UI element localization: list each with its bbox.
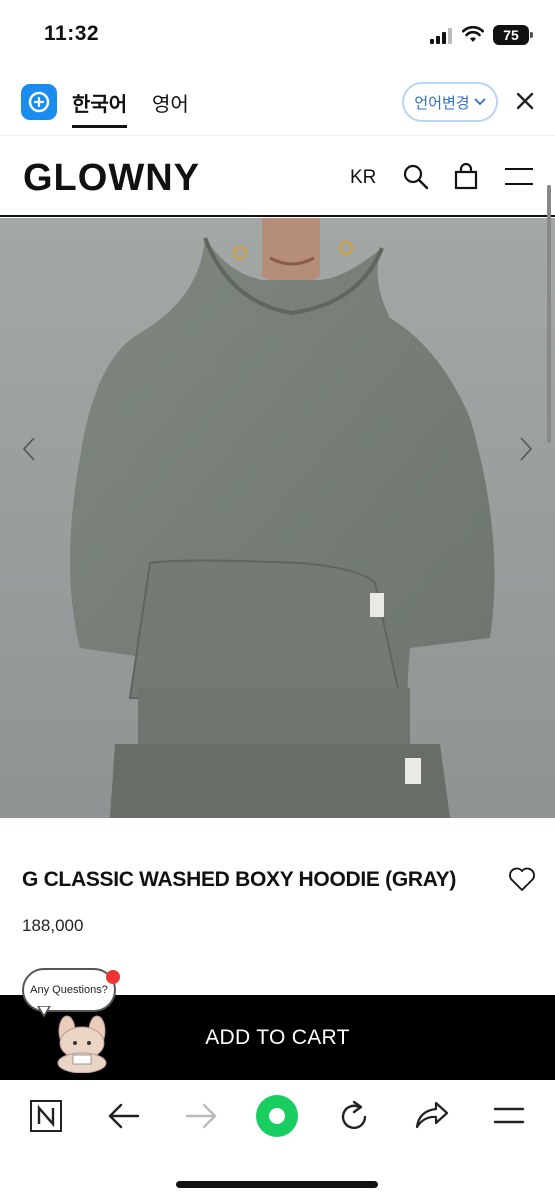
green-home-icon[interactable] — [256, 1095, 298, 1137]
region-selector[interactable]: KR — [350, 167, 376, 189]
bunny-mascot-icon[interactable] — [47, 1015, 117, 1073]
shopping-bag-icon[interactable] — [452, 163, 480, 191]
notification-dot — [106, 970, 120, 984]
share-icon[interactable] — [414, 1100, 450, 1130]
forward-arrow-icon[interactable] — [185, 1102, 217, 1130]
status-time: 11:32 — [44, 22, 100, 45]
chat-bubble-text: Any Questions? — [30, 984, 108, 996]
status-bar: 11:32 75 — [0, 0, 555, 70]
change-language-button[interactable]: 언어변경 — [402, 82, 498, 122]
translate-app-icon — [21, 84, 57, 120]
page: 11:32 75 한국어 영어 언어변경 GLOWNY KR G CLASSIC… — [0, 0, 555, 1200]
carousel-next-icon[interactable] — [518, 436, 534, 462]
reload-icon[interactable] — [338, 1099, 370, 1133]
product-title: G CLASSIC WASHED BOXY HOODIE (GRAY) — [22, 868, 457, 891]
hamburger-menu-icon[interactable] — [503, 163, 535, 191]
home-indicator — [176, 1181, 378, 1188]
carousel-prev-icon[interactable] — [21, 436, 37, 462]
search-icon[interactable] — [402, 163, 430, 191]
tab-english[interactable]: 영어 — [152, 88, 189, 117]
product-price: 188,000 — [22, 916, 84, 935]
menu-icon[interactable] — [493, 1106, 525, 1126]
battery-indicator: 75 — [493, 25, 533, 45]
site-header: GLOWNY KR — [0, 137, 555, 217]
back-arrow-icon[interactable] — [108, 1102, 140, 1130]
change-language-label: 언어변경 — [414, 93, 470, 112]
translate-bar: 한국어 영어 언어변경 — [0, 70, 555, 136]
product-image[interactable] — [0, 218, 555, 818]
wishlist-heart-icon[interactable] — [508, 866, 536, 892]
cellular-signal-icon — [430, 28, 452, 44]
chevron-down-icon — [473, 98, 486, 106]
naver-icon[interactable] — [29, 1099, 63, 1133]
wifi-icon — [462, 26, 484, 42]
scrollbar[interactable] — [547, 185, 551, 443]
tab-korean[interactable]: 한국어 — [72, 88, 128, 128]
close-icon[interactable] — [513, 89, 537, 113]
hoodie-photo — [0, 218, 555, 818]
site-logo[interactable]: GLOWNY — [23, 157, 200, 200]
